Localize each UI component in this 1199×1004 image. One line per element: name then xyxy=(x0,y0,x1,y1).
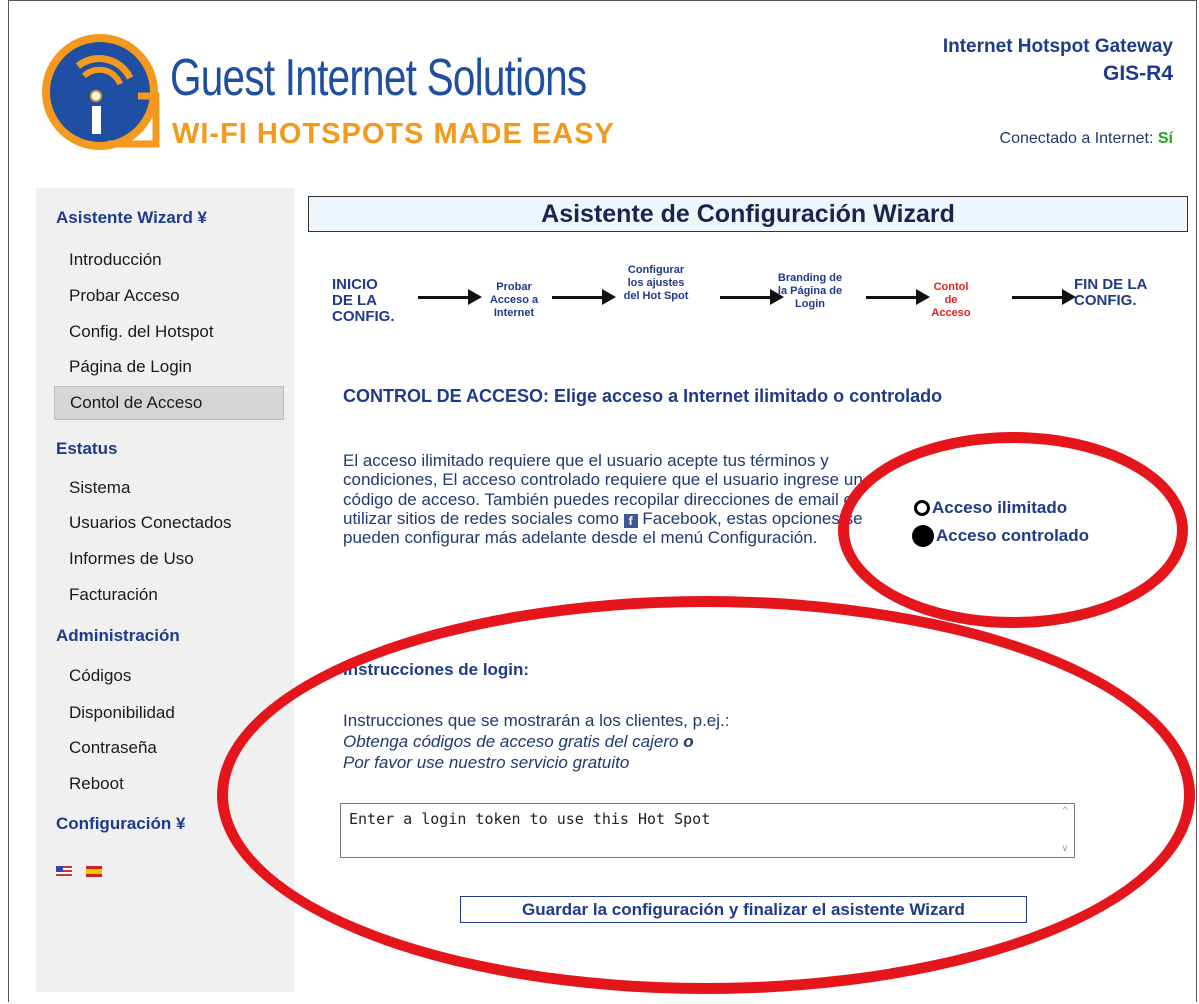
scroll-up-icon[interactable]: ^ xyxy=(1060,807,1070,817)
facebook-icon: f xyxy=(623,513,638,528)
sidebar: Asistente Wizard ¥ Introducción Probar A… xyxy=(36,188,294,992)
sidebar-item-usuarios-conectados[interactable]: Usuarios Conectados xyxy=(36,513,294,533)
product-model: GIS-R4 xyxy=(1102,62,1173,85)
radio-unlimited-label[interactable]: Acceso ilimitado xyxy=(932,498,1067,518)
sidebar-head-administracion[interactable]: Administración xyxy=(36,626,294,646)
sidebar-head-configuracion[interactable]: Configuración ¥ xyxy=(36,814,294,834)
section-title: CONTROL DE ACCESO: Elige acceso a Intern… xyxy=(343,386,943,406)
step-branding: Branding de la Página de Login xyxy=(777,272,843,310)
sidebar-item-sistema[interactable]: Sistema xyxy=(36,478,294,498)
arrow-right-icon xyxy=(720,289,784,305)
connection-label: Conectado a Internet: xyxy=(999,130,1154,147)
radio-controlled-access[interactable]: Acceso controlado xyxy=(912,525,1089,547)
spain-flag-icon[interactable] xyxy=(86,866,103,878)
access-description: El acceso ilimitado requiere que el usua… xyxy=(343,451,883,547)
product-name: Internet Hotspot Gateway xyxy=(942,36,1173,57)
connection-value: Sí xyxy=(1157,130,1173,147)
radio-checked-icon[interactable] xyxy=(912,525,934,547)
language-flags xyxy=(56,863,112,881)
step-configure-hotspot: Configurar los ajustes del Hot Spot xyxy=(623,264,689,302)
brand-title: Guest Internet Solutions xyxy=(170,49,587,107)
instructions-text: Instrucciones que se mostrarán a los cli… xyxy=(343,711,730,730)
sidebar-item-config-hotspot[interactable]: Config. del Hotspot xyxy=(36,322,294,342)
login-instructions-textarea[interactable]: Enter a login token to use this Hot Spot… xyxy=(340,803,1075,858)
us-flag-icon[interactable] xyxy=(56,866,72,878)
sidebar-item-introduccion[interactable]: Introducción xyxy=(36,250,294,270)
sidebar-item-reboot[interactable]: Reboot xyxy=(36,774,294,794)
sidebar-head-estatus[interactable]: Estatus xyxy=(36,439,294,459)
sidebar-item-informes-uso[interactable]: Informes de Uso xyxy=(36,549,294,569)
sidebar-item-probar-acceso[interactable]: Probar Acceso xyxy=(36,286,294,306)
login-instructions-value[interactable]: Enter a login token to use this Hot Spot xyxy=(349,810,710,828)
step-test-access: Probar Acceso a Internet xyxy=(489,281,539,319)
instructions-help: Instrucciones que se mostrarán a los cli… xyxy=(343,710,729,773)
sidebar-head-wizard[interactable]: Asistente Wizard ¥ xyxy=(36,208,294,228)
facebook-label: Facebook xyxy=(642,508,718,528)
sidebar-item-codigos[interactable]: Códigos xyxy=(36,666,294,686)
textarea-scrollbar[interactable]: ^ v xyxy=(1057,805,1073,856)
arrow-right-icon xyxy=(418,289,482,305)
scroll-down-icon[interactable]: v xyxy=(1060,844,1070,854)
instructions-example-2: Por favor use nuestro servicio gratuito xyxy=(343,753,630,772)
page-title: Asistente de Configuración Wizard xyxy=(308,196,1188,232)
instructions-title: Instrucciones de login: xyxy=(343,660,530,679)
save-finish-button[interactable]: Guardar la configuración y finalizar el … xyxy=(460,896,1027,923)
radio-unlimited-access[interactable]: Acceso ilimitado xyxy=(914,498,1067,518)
arrow-right-icon xyxy=(552,289,616,305)
brand-tagline: WI-FI HOTSPOTS MADE EASY xyxy=(172,118,615,150)
arrow-right-icon xyxy=(1012,289,1076,305)
step-access-control: Contol de Acceso xyxy=(931,281,971,319)
arrow-right-icon xyxy=(866,289,930,305)
sidebar-item-pagina-login[interactable]: Página de Login xyxy=(36,357,294,377)
sidebar-item-disponibilidad[interactable]: Disponibilidad xyxy=(36,703,294,723)
radio-controlled-label[interactable]: Acceso controlado xyxy=(936,526,1089,546)
sidebar-item-facturacion[interactable]: Facturación xyxy=(36,585,294,605)
step-end: FIN DE LA CONFIG. xyxy=(1074,276,1147,309)
connection-status: Conectado a Internet: Sí xyxy=(1000,130,1173,148)
sidebar-item-contrasena[interactable]: Contraseña xyxy=(36,738,294,758)
radio-unchecked-icon[interactable] xyxy=(914,500,930,516)
guest-internet-logo-icon xyxy=(42,34,160,150)
sidebar-item-control-acceso[interactable]: Contol de Acceso xyxy=(54,386,284,420)
instructions-example-join: o xyxy=(683,732,694,751)
instructions-example-1: Obtenga códigos de acceso gratis del caj… xyxy=(343,732,679,751)
step-start: INICIO DE LA CONFIG. xyxy=(332,276,395,325)
